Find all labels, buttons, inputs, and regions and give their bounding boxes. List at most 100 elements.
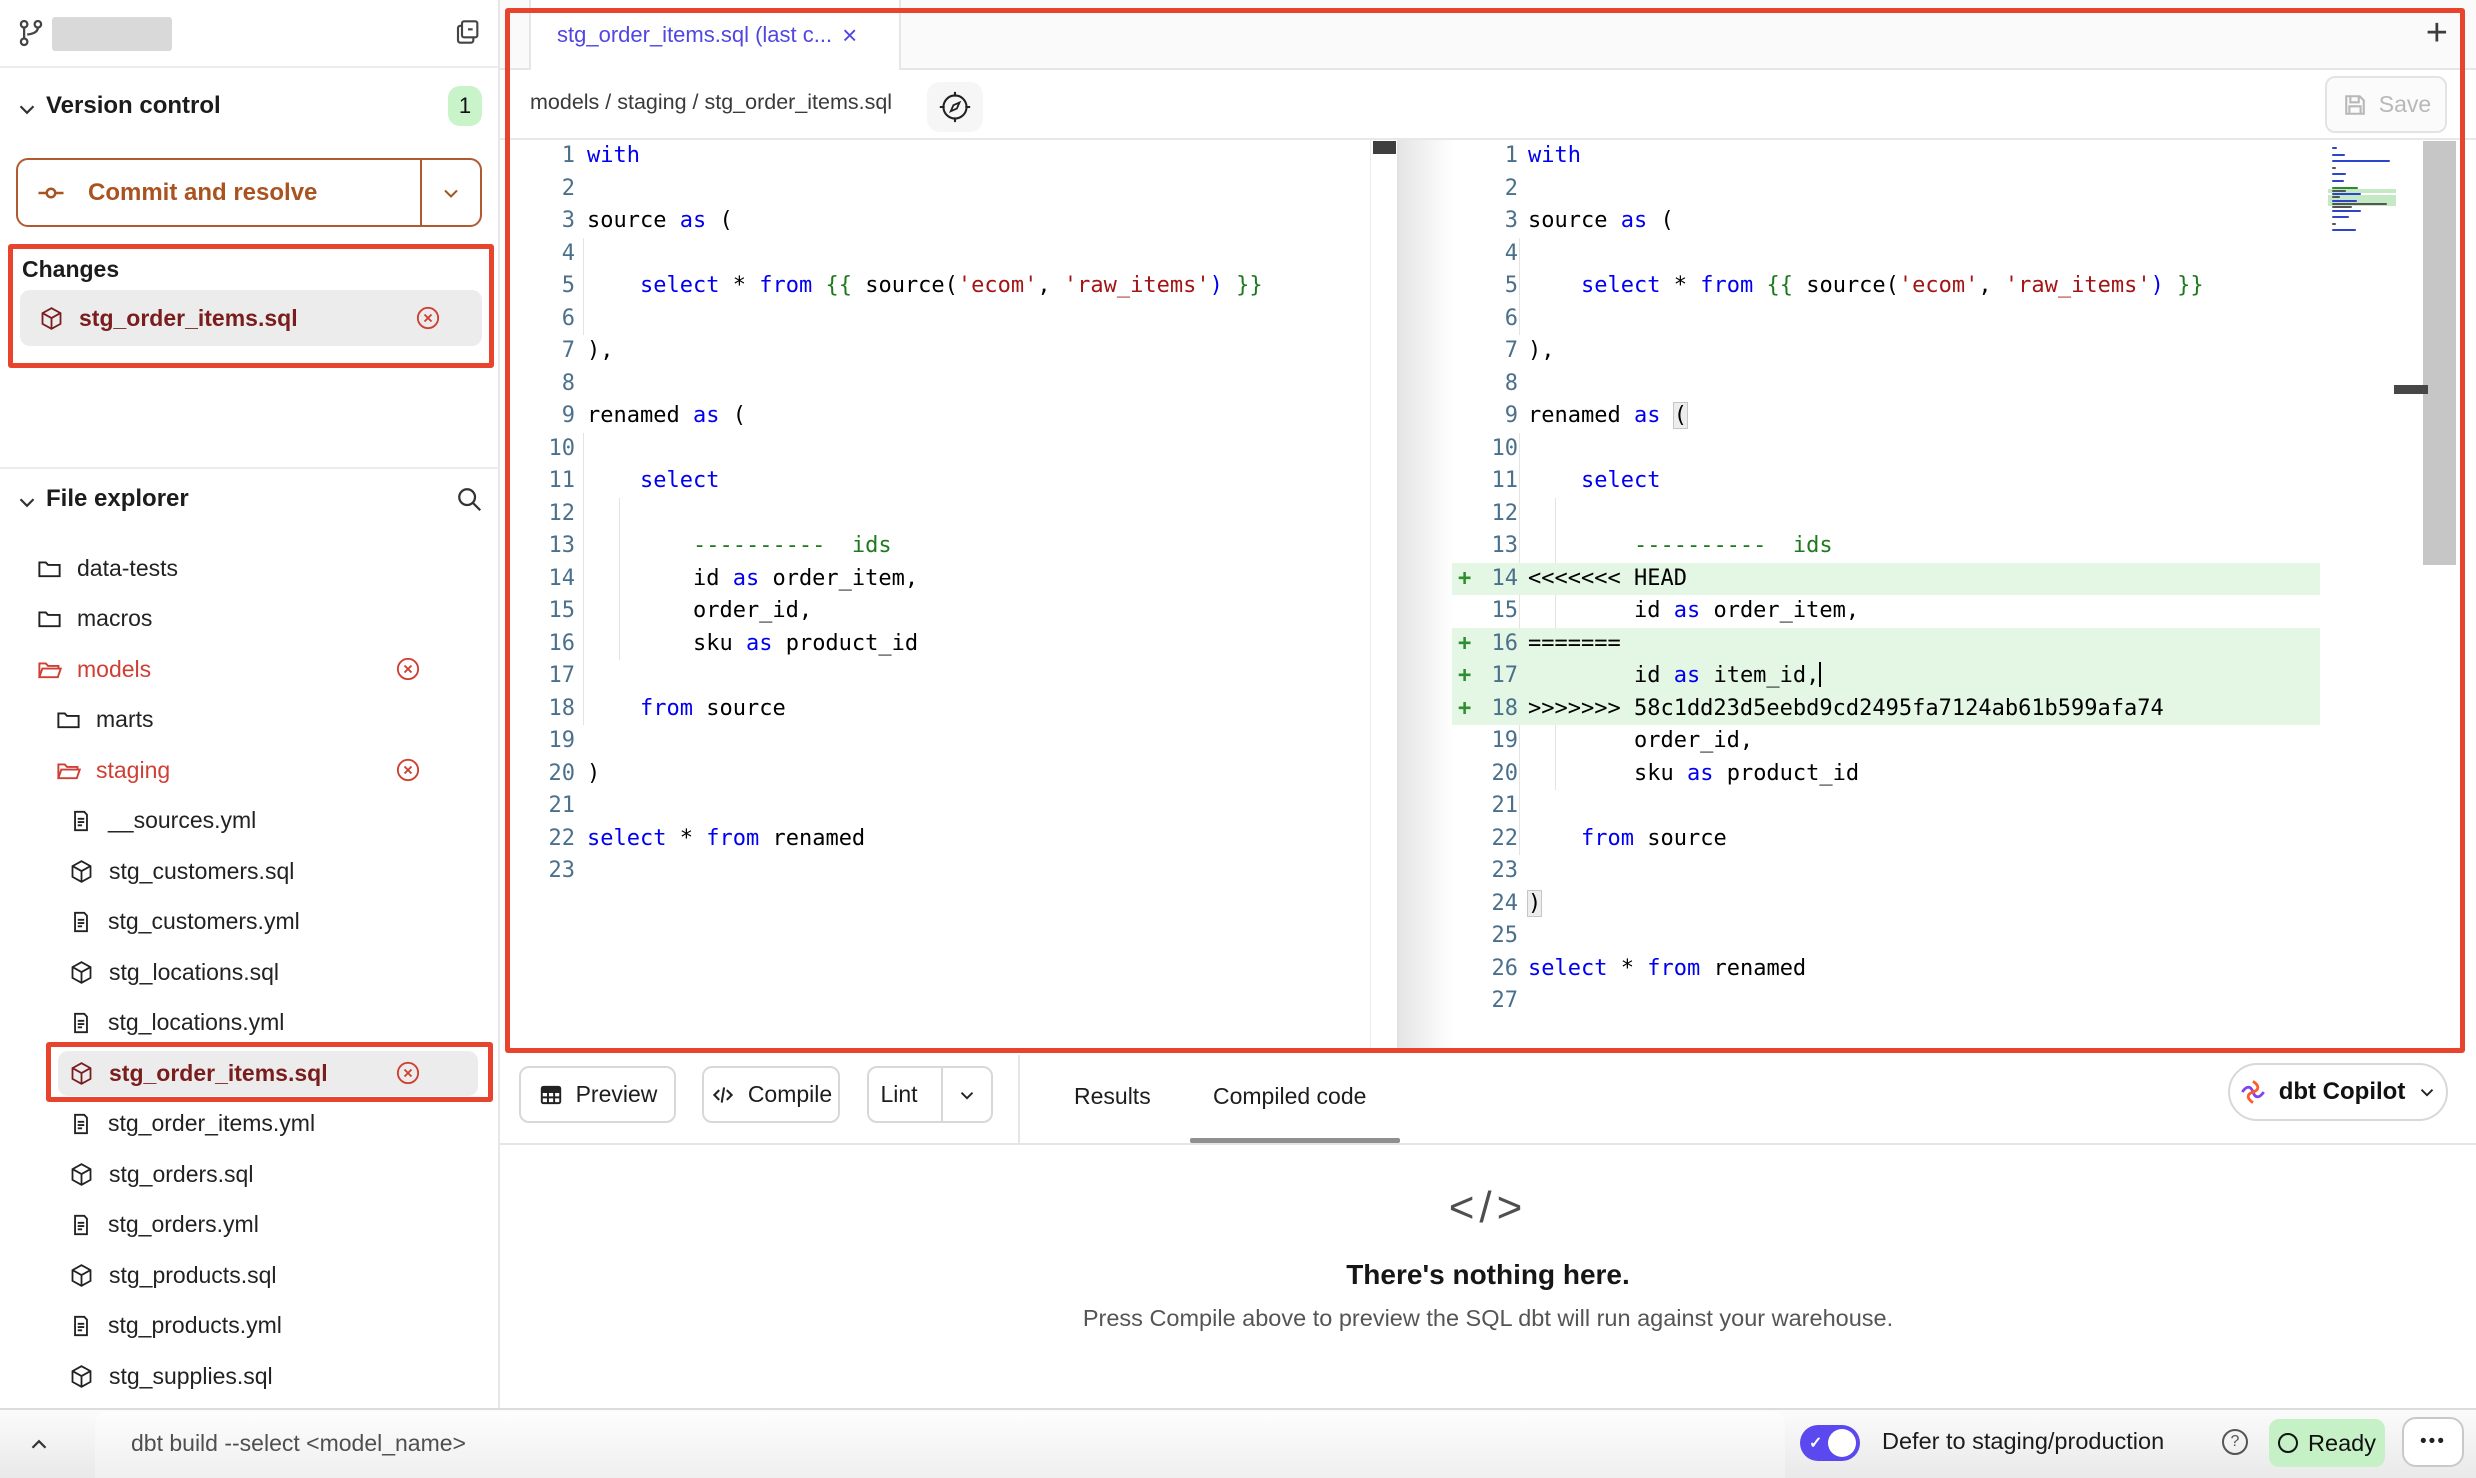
code-line[interactable]: 22 from source <box>1452 823 2423 856</box>
file-row-stg-customers-yml[interactable]: stg_customers.yml <box>0 897 500 948</box>
code-line[interactable]: 1with <box>1452 140 2423 173</box>
chevron-down-icon[interactable] <box>14 489 40 515</box>
lint-label[interactable]: Lint <box>869 1068 929 1121</box>
file-row-stg-customers-sql[interactable]: stg_customers.sql <box>0 846 500 897</box>
file-row-stg-supplies-sql[interactable]: stg_supplies.sql <box>0 1351 500 1402</box>
file-row-data-tests[interactable]: data-tests <box>0 543 500 594</box>
file-row-stg-locations-sql[interactable]: stg_locations.sql <box>0 947 500 998</box>
code-line[interactable]: 16 sku as product_id <box>512 628 1396 661</box>
editor-pane-current[interactable]: 1with23source as (45 select * from {{ so… <box>1452 140 2423 1053</box>
scrollbar-thumb[interactable] <box>2423 141 2456 565</box>
scrollbar-thumb[interactable] <box>1373 141 1396 154</box>
file-row-stg-order-items-sql[interactable]: stg_order_items.sql <box>0 1048 500 1099</box>
discard-change-icon[interactable] <box>394 756 422 784</box>
code-line[interactable]: 7), <box>1452 335 2423 368</box>
version-control-title[interactable]: Version control <box>46 92 221 120</box>
code-line[interactable]: 20) <box>512 758 1396 791</box>
code-line[interactable]: 13 ---------- ids <box>512 530 1396 563</box>
help-icon[interactable]: ? <box>2222 1429 2248 1455</box>
code-line[interactable]: 7), <box>512 335 1396 368</box>
code-line[interactable]: 3source as ( <box>1452 205 2423 238</box>
code-line[interactable]: 3source as ( <box>512 205 1396 238</box>
code-line[interactable]: 6 <box>512 303 1396 336</box>
file-row-stg-order-items-yml[interactable]: stg_order_items.yml <box>0 1099 500 1150</box>
file-row-stg-products-yml[interactable]: stg_products.yml <box>0 1301 500 1352</box>
code-line[interactable]: 17 <box>512 660 1396 693</box>
code-line[interactable]: 6 <box>1452 303 2423 336</box>
code-line[interactable]: 10 <box>1452 433 2423 466</box>
command-input[interactable]: dbt build --select <model_name> <box>95 1412 1785 1478</box>
code-line[interactable]: 27 <box>1452 985 2423 1018</box>
file-row-models[interactable]: models <box>0 644 500 695</box>
discard-change-icon[interactable] <box>394 655 422 683</box>
code-line[interactable]: 19 order_id, <box>1452 725 2423 758</box>
code-line[interactable]: +16======= <box>1452 628 2423 661</box>
code-line[interactable]: 12 <box>1452 498 2423 531</box>
commit-and-resolve-button[interactable]: Commit and resolve <box>16 158 482 227</box>
code-line[interactable]: 13 ---------- ids <box>1452 530 2423 563</box>
code-line[interactable]: 20 sku as product_id <box>1452 758 2423 791</box>
code-line[interactable]: 8 <box>512 368 1396 401</box>
file-row-staging[interactable]: staging <box>0 745 500 796</box>
code-line[interactable]: 4 <box>512 238 1396 271</box>
code-line[interactable]: 15 order_id, <box>512 595 1396 628</box>
lint-options-dropdown[interactable] <box>941 1068 991 1121</box>
code-line[interactable]: 2 <box>512 173 1396 206</box>
tab-results[interactable]: Results <box>1074 1083 1151 1110</box>
close-icon[interactable]: × <box>842 20 857 51</box>
code-line[interactable]: 4 <box>1452 238 2423 271</box>
tab-compiled-code[interactable]: Compiled code <box>1213 1083 1366 1110</box>
code-line[interactable]: 8 <box>1452 368 2423 401</box>
copy-icon[interactable] <box>452 16 484 48</box>
file-row-macros[interactable]: macros <box>0 594 500 645</box>
code-line[interactable]: 22select * from renamed <box>512 823 1396 856</box>
compass-orb-icon[interactable] <box>927 82 983 132</box>
lint-button[interactable]: Lint <box>867 1066 993 1123</box>
code-line[interactable]: 5 select * from {{ source('ecom', 'raw_i… <box>512 270 1396 303</box>
code-line[interactable]: 24) <box>1452 888 2423 921</box>
code-line[interactable]: +17 id as item_id, <box>1452 660 2423 693</box>
defer-toggle[interactable]: ✓ <box>1800 1425 1860 1461</box>
file-row-stg-products-sql[interactable]: stg_products.sql <box>0 1250 500 1301</box>
file-explorer-title[interactable]: File explorer <box>46 485 189 513</box>
code-line[interactable]: 5 select * from {{ source('ecom', 'raw_i… <box>1452 270 2423 303</box>
search-icon[interactable] <box>454 484 484 514</box>
code-line[interactable]: +14<<<<<<< HEAD <box>1452 563 2423 596</box>
discard-change-icon[interactable] <box>394 1059 422 1087</box>
file-row--sources-yml[interactable]: __sources.yml <box>0 796 500 847</box>
chevron-up-icon[interactable] <box>26 1432 52 1458</box>
editor-pane-original[interactable]: 1with23source as (45 select * from {{ so… <box>512 140 1396 1053</box>
code-line[interactable]: 12 <box>512 498 1396 531</box>
code-line[interactable]: 23 <box>1452 855 2423 888</box>
code-line[interactable]: 18 from source <box>512 693 1396 726</box>
code-line[interactable]: 2 <box>1452 173 2423 206</box>
code-line[interactable]: 1with <box>512 140 1396 173</box>
dbt-copilot-button[interactable]: dbt Copilot <box>2228 1063 2448 1121</box>
discard-change-icon[interactable] <box>414 304 438 332</box>
connection-status-badge[interactable]: Ready <box>2269 1419 2385 1467</box>
compile-button[interactable]: Compile <box>702 1066 840 1123</box>
code-line[interactable]: +18>>>>>>> 58c1dd23d5eebd9cd2495fa7124ab… <box>1452 693 2423 726</box>
code-line[interactable]: 9renamed as ( <box>1452 400 2423 433</box>
preview-button[interactable]: Preview <box>519 1066 676 1123</box>
changed-file-row[interactable]: stg_order_items.sql <box>20 290 482 346</box>
new-tab-button[interactable]: + <box>2426 12 2448 55</box>
file-row-stg-orders-yml[interactable]: stg_orders.yml <box>0 1200 500 1251</box>
code-line[interactable]: 21 <box>1452 790 2423 823</box>
code-line[interactable]: 14 id as order_item, <box>512 563 1396 596</box>
code-line[interactable]: 21 <box>512 790 1396 823</box>
file-row-stg-orders-sql[interactable]: stg_orders.sql <box>0 1149 500 1200</box>
code-line[interactable]: 9renamed as ( <box>512 400 1396 433</box>
file-row-stg-locations-yml[interactable]: stg_locations.yml <box>0 998 500 1049</box>
code-line[interactable]: 23 <box>512 855 1396 888</box>
breadcrumb[interactable]: models / staging / stg_order_items.sql <box>530 90 892 115</box>
file-row-marts[interactable]: marts <box>0 695 500 746</box>
code-line[interactable]: 15 id as order_item, <box>1452 595 2423 628</box>
code-line[interactable]: 10 <box>512 433 1396 466</box>
code-line[interactable]: 25 <box>1452 920 2423 953</box>
code-line[interactable]: 19 <box>512 725 1396 758</box>
overflow-menu-button[interactable]: ••• <box>2402 1417 2464 1467</box>
save-button[interactable]: Save <box>2325 76 2447 133</box>
code-line[interactable]: 26select * from renamed <box>1452 953 2423 986</box>
code-line[interactable]: 11 select <box>512 465 1396 498</box>
